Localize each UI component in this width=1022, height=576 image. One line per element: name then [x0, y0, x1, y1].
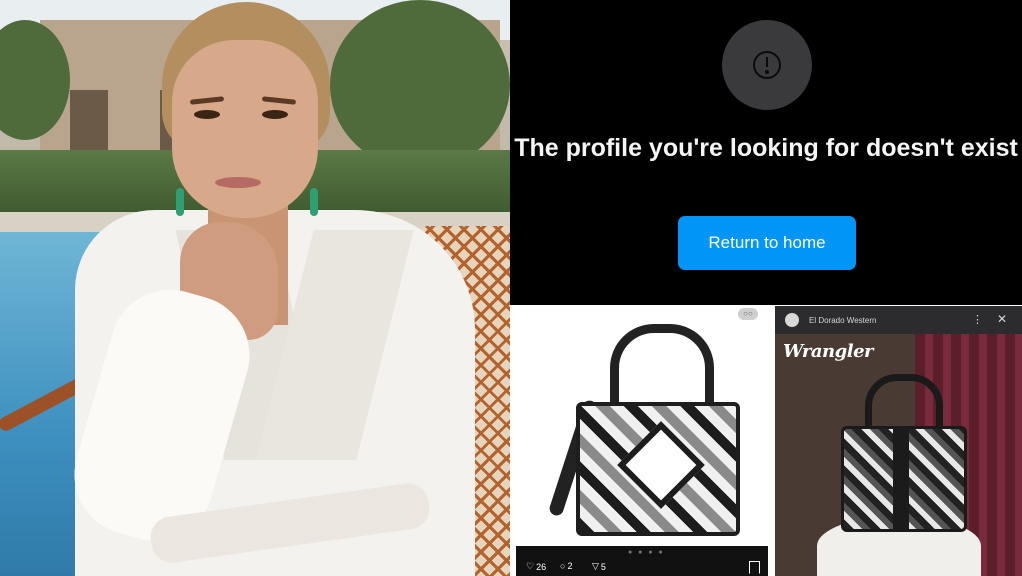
comment-action[interactable]: ○ 2 — [560, 561, 572, 571]
alert-mark — [766, 57, 768, 67]
brand-logo: Wrangler — [783, 341, 874, 362]
share-count: 5 — [600, 561, 606, 572]
product-post: ○○ ● ● ● ● ♡ 26 ○ 2 ▽ 5 — [512, 306, 772, 576]
eye — [262, 110, 288, 119]
error-title: The profile you're looking for doesn't e… — [514, 134, 1018, 162]
advertiser-name[interactable]: El Dorado Western — [809, 316, 876, 325]
carousel-pager: ● ● ● ● — [628, 549, 665, 556]
media-tag-badge[interactable]: ○○ — [738, 308, 758, 320]
close-icon[interactable]: ✕ — [997, 312, 1007, 326]
share-action[interactable]: ▽ 5 — [592, 561, 606, 572]
eye — [194, 110, 220, 119]
heart-icon: ♡ — [526, 561, 535, 571]
advertiser-avatar[interactable] — [785, 313, 799, 327]
sponsored-ad: El Dorado Western ⋮ ✕ Wrangler — [775, 306, 1022, 576]
earring — [310, 188, 318, 216]
like-count: 26 — [536, 561, 547, 572]
send-icon: ▽ — [592, 561, 599, 571]
comment-icon: ○ — [560, 561, 566, 571]
post-action-bar: ● ● ● ● ♡ 26 ○ 2 ▽ 5 — [516, 546, 768, 576]
profile-not-found-screen: The profile you're looking for doesn't e… — [510, 0, 1022, 305]
alert-icon — [722, 20, 812, 110]
ad-header: El Dorado Western ⋮ ✕ — [775, 306, 1022, 334]
palm-tree — [330, 0, 510, 170]
portrait-photo — [0, 0, 510, 576]
comment-count: 2 — [567, 561, 573, 571]
more-options-icon[interactable]: ⋮ — [972, 313, 983, 326]
tote-center-stripe — [893, 426, 909, 529]
earring — [176, 188, 184, 216]
alert-dot — [765, 70, 769, 74]
face — [172, 40, 318, 218]
bookmark-icon[interactable] — [749, 561, 760, 574]
lips — [215, 177, 261, 188]
like-action[interactable]: ♡ 26 — [526, 561, 546, 572]
return-to-home-button[interactable]: Return to home — [678, 216, 856, 270]
